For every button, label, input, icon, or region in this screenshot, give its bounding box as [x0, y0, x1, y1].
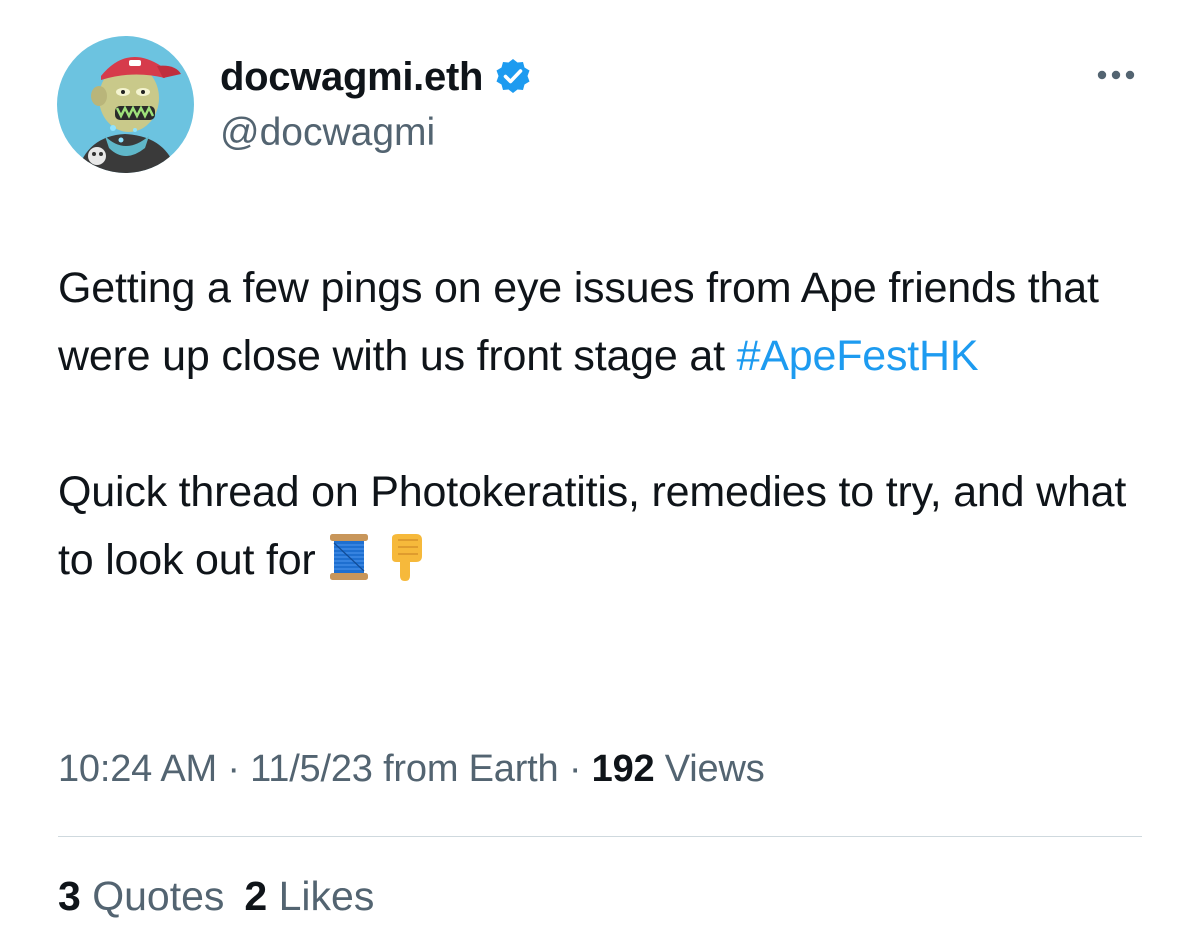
- likes-label: Likes: [267, 873, 375, 919]
- views-label: Views: [654, 748, 765, 790]
- tweet-text-line: Quick thread on Photokeratitis, remedies…: [58, 468, 1127, 584]
- tweet-detail: docwagmi.eth @docwagmi Getting a few pin…: [0, 0, 1200, 952]
- verified-badge-icon: [493, 57, 533, 97]
- tweet-meta: 10:24 AM · 11/5/23 from Earth · 192 View…: [58, 748, 765, 791]
- views-count: 192: [591, 748, 655, 790]
- display-name[interactable]: docwagmi.eth: [220, 55, 483, 100]
- likes-count: 2: [244, 873, 268, 919]
- divider: [58, 836, 1142, 837]
- quotes-label: Quotes: [80, 873, 225, 919]
- bored-ape-avatar-icon: [57, 36, 194, 173]
- tweet-text: Getting a few pings on eye issues from A…: [58, 254, 1158, 594]
- hashtag-link[interactable]: #ApeFestHK: [737, 332, 979, 380]
- avatar[interactable]: [57, 36, 194, 173]
- tweet-paragraph-2: Quick thread on Photokeratitis, remedies…: [58, 458, 1158, 594]
- meta-separator: ·: [558, 748, 592, 790]
- tweet-date[interactable]: 11/5/23: [250, 748, 373, 790]
- quotes-stat[interactable]: 3 Quotes: [58, 873, 224, 919]
- author-handle[interactable]: @docwagmi: [220, 111, 435, 155]
- quotes-count: 3: [58, 873, 81, 919]
- author-name-row: docwagmi.eth: [220, 52, 533, 102]
- tweet-paragraph-1: Getting a few pings on eye issues from A…: [58, 254, 1158, 390]
- more-options-icon[interactable]: [1092, 60, 1140, 90]
- tweet-time[interactable]: 10:24 AM: [58, 748, 217, 790]
- backhand-index-pointing-down-emoji-icon: [382, 532, 428, 582]
- meta-separator: ·: [216, 748, 251, 790]
- spool-of-thread-emoji-icon: [326, 532, 372, 582]
- likes-stat[interactable]: 2 Likes: [244, 873, 374, 919]
- engagement-stats: 3 Quotes 2 Likes: [58, 873, 394, 920]
- tweet-source: from Earth: [372, 748, 559, 790]
